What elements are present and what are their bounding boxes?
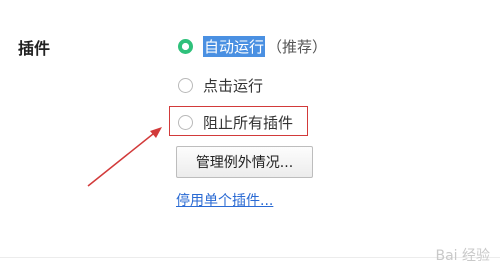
annotation-arrow-icon: [87, 127, 162, 187]
disable-individual-plugins-link[interactable]: 停用单个插件...: [176, 190, 273, 210]
watermark-logo: Bai 经验: [435, 248, 490, 264]
divider: [0, 257, 500, 258]
manage-exceptions-button[interactable]: 管理例外情况...: [176, 146, 313, 178]
